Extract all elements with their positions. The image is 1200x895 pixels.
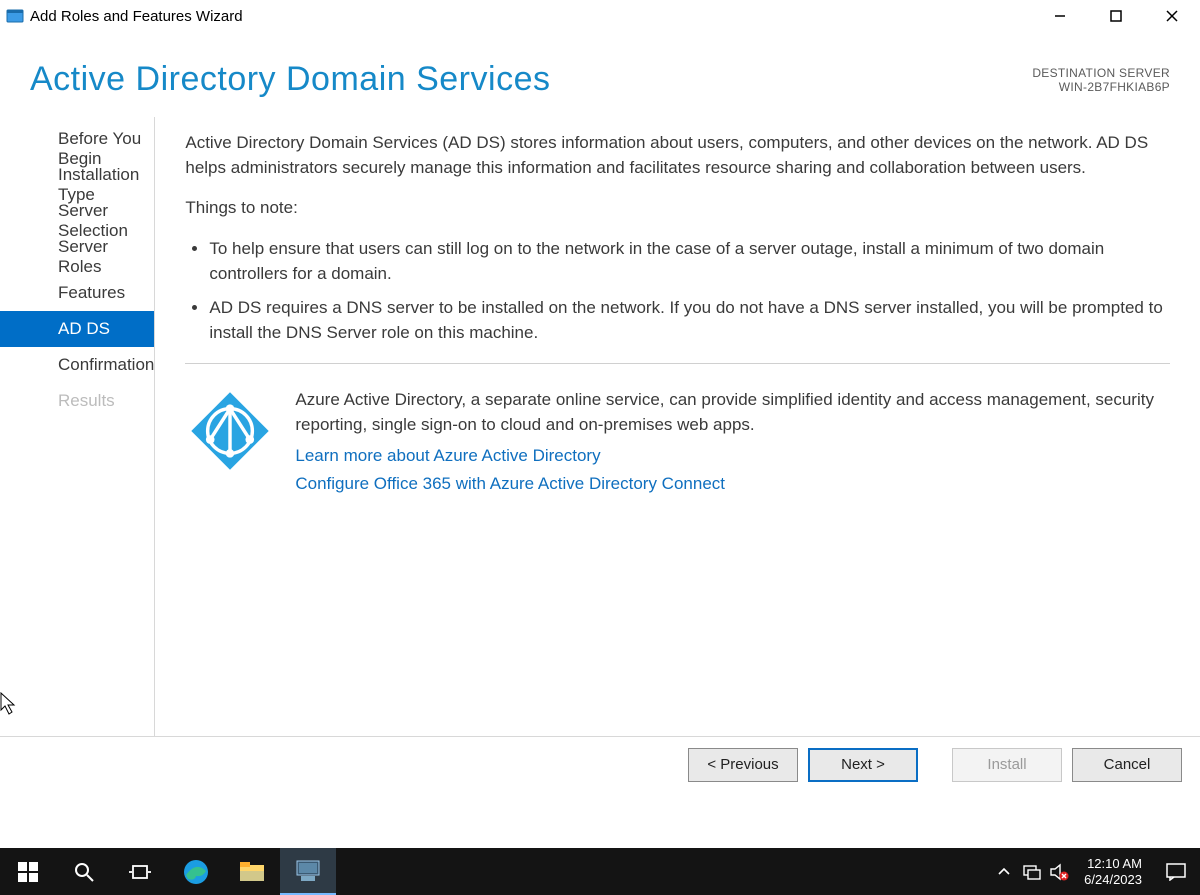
page-title: Active Directory Domain Services bbox=[30, 60, 550, 99]
nav-ad-ds[interactable]: AD DS bbox=[0, 311, 154, 347]
notes-heading: Things to note: bbox=[185, 196, 1170, 221]
window-titlebar: Add Roles and Features Wizard bbox=[0, 0, 1200, 32]
install-button: Install bbox=[952, 748, 1062, 782]
next-button[interactable]: Next > bbox=[808, 748, 918, 782]
wizard-app-icon bbox=[6, 7, 24, 25]
nav-before-you-begin[interactable]: Before You Begin bbox=[0, 131, 154, 167]
taskbar-server-manager-icon[interactable] bbox=[280, 848, 336, 895]
maximize-button[interactable] bbox=[1088, 0, 1144, 32]
close-button[interactable] bbox=[1144, 0, 1200, 32]
azure-learn-more-link[interactable]: Learn more about Azure Active Directory bbox=[295, 444, 1170, 469]
destination-label: DESTINATION SERVER bbox=[1032, 66, 1170, 80]
azure-info-box: Azure Active Directory, a separate onlin… bbox=[185, 363, 1170, 501]
taskbar-edge-icon[interactable] bbox=[168, 848, 224, 895]
search-button[interactable] bbox=[56, 848, 112, 895]
previous-button[interactable]: < Previous bbox=[688, 748, 798, 782]
notes-list: To help ensure that users can still log … bbox=[185, 237, 1170, 346]
nav-server-selection[interactable]: Server Selection bbox=[0, 203, 154, 239]
azure-configure-o365-link[interactable]: Configure Office 365 with Azure Active D… bbox=[295, 472, 1170, 497]
nav-features[interactable]: Features bbox=[0, 275, 154, 311]
tray-network-icon[interactable] bbox=[1018, 848, 1046, 895]
start-button[interactable] bbox=[0, 848, 56, 895]
wizard-nav: Before You Begin Installation Type Serve… bbox=[0, 117, 155, 736]
destination-server-block: DESTINATION SERVER WIN-2B7FHKIAB6P bbox=[1032, 60, 1170, 94]
tray-volume-icon[interactable] bbox=[1046, 848, 1074, 895]
wizard-footer: < Previous Next > Install Cancel bbox=[0, 736, 1200, 792]
note-item: To help ensure that users can still log … bbox=[209, 237, 1170, 286]
note-item: AD DS requires a DNS server to be instal… bbox=[209, 296, 1170, 345]
taskbar: 12:10 AM 6/24/2023 bbox=[0, 848, 1200, 895]
minimize-button[interactable] bbox=[1032, 0, 1088, 32]
wizard-content: Active Directory Domain Services (AD DS)… bbox=[155, 117, 1200, 736]
notification-center-button[interactable] bbox=[1152, 848, 1200, 895]
nav-confirmation[interactable]: Confirmation bbox=[0, 347, 154, 383]
destination-value: WIN-2B7FHKIAB6P bbox=[1032, 80, 1170, 94]
taskbar-clock[interactable]: 12:10 AM 6/24/2023 bbox=[1074, 856, 1152, 887]
intro-paragraph: Active Directory Domain Services (AD DS)… bbox=[185, 131, 1170, 180]
nav-server-roles[interactable]: Server Roles bbox=[0, 239, 154, 275]
azure-ad-icon bbox=[185, 388, 275, 478]
window-controls bbox=[1032, 0, 1200, 32]
tray-chevron-up-icon[interactable] bbox=[990, 848, 1018, 895]
task-view-button[interactable] bbox=[112, 848, 168, 895]
nav-installation-type[interactable]: Installation Type bbox=[0, 167, 154, 203]
taskbar-date: 6/24/2023 bbox=[1084, 872, 1142, 888]
cancel-button[interactable]: Cancel bbox=[1072, 748, 1182, 782]
taskbar-file-explorer-icon[interactable] bbox=[224, 848, 280, 895]
taskbar-time: 12:10 AM bbox=[1084, 856, 1142, 872]
azure-description: Azure Active Directory, a separate onlin… bbox=[295, 388, 1170, 437]
window-title: Add Roles and Features Wizard bbox=[30, 8, 243, 25]
nav-results: Results bbox=[0, 383, 154, 419]
